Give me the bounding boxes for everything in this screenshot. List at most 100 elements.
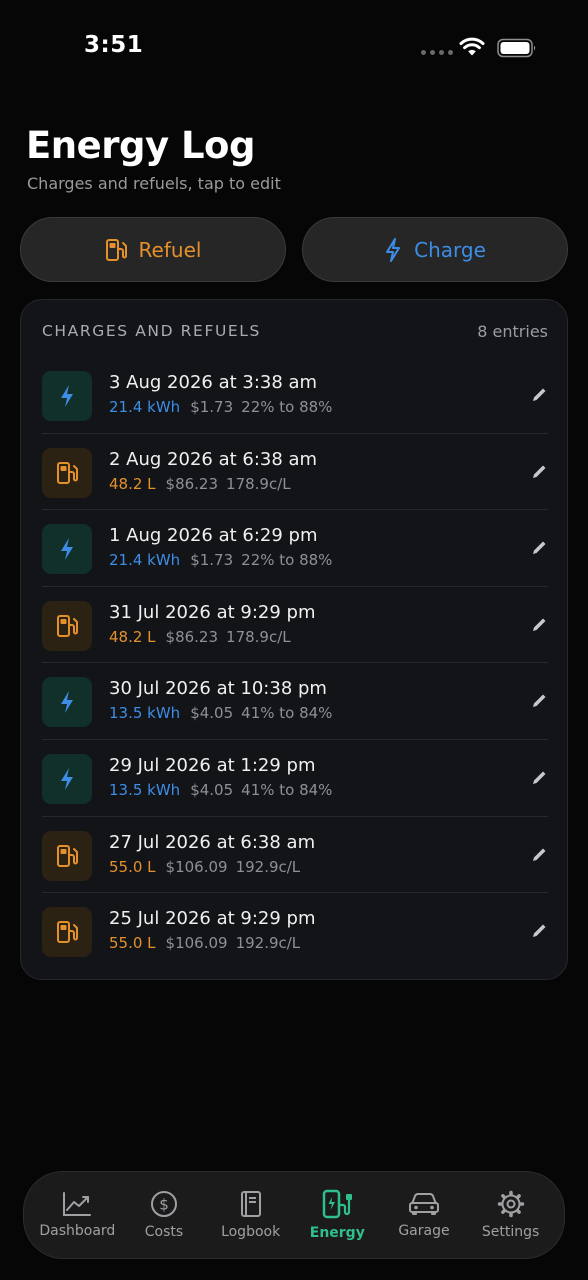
wifi-icon [459,37,485,56]
entry-extra: 41% to 84% [241,704,333,723]
tab-costs[interactable]: $ Costs [122,1190,206,1240]
entry-cost: $4.05 [190,704,234,723]
card-header: CHARGES AND REFUELS 8 entries [42,322,548,341]
pencil-icon[interactable] [530,539,548,557]
entry-details: 21.4 kWh $1.73 22% to 88% [109,398,332,416]
pencil-icon[interactable] [530,463,548,481]
entry-datetime: 31 Jul 2026 at 9:29 pm [109,601,316,623]
entry-details: 55.0 L $106.09 192.9c/L [109,858,300,876]
status-time: 3:51 [84,32,144,58]
car-icon [408,1193,439,1215]
entry-cost: $86.23 [165,627,219,646]
entry-details: 48.2 L $86.23 178.9c/L [109,475,291,493]
fuel-pump-icon [42,600,92,651]
entries-list: 3 Aug 2026 at 3:38 am 21.4 kWh $1.73 22% to… [42,357,548,970]
entry-amount: 13.5 kWh [109,704,181,723]
gear-icon [497,1190,524,1218]
entry-datetime: 30 Jul 2026 at 10:38 pm [109,678,327,700]
entry-datetime: 27 Jul 2026 at 6:38 am [109,831,316,853]
fuel-pump-icon [42,907,92,958]
log-entry[interactable]: 3 Aug 2026 at 3:38 am 21.4 kWh $1.73 22% to… [42,357,548,434]
status-bar: 3:51 [0,0,588,96]
log-entry[interactable]: 29 Jul 2026 at 1:29 pm 13.5 kWh $4.05 41% t… [42,740,548,817]
tab-logbook[interactable]: Logbook [209,1190,293,1240]
fuel-pump-icon [42,447,92,498]
charge-button[interactable]: Charge [302,217,568,282]
battery-icon [497,38,536,58]
entry-amount: 55.0 L [109,934,156,953]
entry-extra: 178.9c/L [226,627,291,646]
entry-amount: 21.4 kWh [109,551,181,570]
entry-details: 21.4 kWh $1.73 22% to 88% [109,551,332,569]
lightning-icon [42,524,92,575]
log-entry[interactable]: 2 Aug 2026 at 6:38 am 48.2 L $86.23 178.9c/… [42,434,548,511]
pencil-icon[interactable] [530,769,548,787]
book-icon [240,1191,261,1217]
log-entry[interactable]: 1 Aug 2026 at 6:29 pm 21.4 kWh $1.73 22% to… [42,510,548,587]
entry-cost: $1.73 [190,398,234,416]
page-subtitle: Charges and refuels, tap to edit [27,174,281,193]
ev-charger-icon [323,1189,353,1219]
entry-amount: 21.4 kWh [109,398,181,416]
entry-extra: 22% to 88% [241,398,333,416]
entry-datetime: 1 Aug 2026 at 6:29 pm [109,525,318,547]
lightning-icon [42,371,92,421]
refuel-label: Refuel [138,237,202,262]
entry-details: 13.5 kWh $4.05 41% to 84% [109,704,332,722]
lightning-icon [42,677,92,728]
tab-dashboard[interactable]: Dashboard [35,1191,119,1239]
svg-text:$: $ [159,1196,169,1214]
tab-label: Energy [309,1225,365,1241]
entry-extra: 22% to 88% [241,551,333,570]
log-entry[interactable]: 31 Jul 2026 at 9:29 pm 48.2 L $86.23 178.9c… [42,587,548,664]
pencil-icon[interactable] [530,692,548,710]
charge-label: Charge [414,237,486,262]
entry-datetime: 29 Jul 2026 at 1:29 pm [109,754,316,776]
lightning-icon [42,753,92,804]
section-heading: CHARGES AND REFUELS [42,322,261,340]
entry-extra: 192.9c/L [235,857,301,876]
log-entry[interactable]: 27 Jul 2026 at 6:38 am 55.0 L $106.09 192.9… [42,817,548,894]
fuel-pump-icon [105,238,127,261]
log-entry[interactable]: 25 Jul 2026 at 9:29 pm 55.0 L $106.09 192.9… [42,893,548,970]
entry-cost: $4.05 [190,780,234,799]
fuel-pump-icon [42,830,92,881]
signal-icon [421,50,453,55]
tab-label: Settings [481,1224,540,1240]
tab-label: Logbook [221,1224,281,1240]
tab-garage[interactable]: Garage [382,1191,466,1239]
entry-cost: $106.09 [165,857,228,876]
tab-label: Dashboard [39,1223,116,1239]
entry-details: 55.0 L $106.09 192.9c/L [109,934,300,952]
entry-extra: 178.9c/L [226,474,291,493]
entry-details: 48.2 L $86.23 178.9c/L [109,628,291,646]
entry-amount: 48.2 L [109,474,156,493]
pencil-icon[interactable] [530,922,548,940]
chart-icon [63,1192,92,1216]
tab-label: Costs [144,1224,184,1240]
pencil-icon[interactable] [530,846,548,864]
entry-datetime: 25 Jul 2026 at 9:29 pm [109,908,316,930]
entry-amount: 55.0 L [109,857,156,876]
pencil-icon[interactable] [530,386,548,404]
refuel-button[interactable]: Refuel [20,217,286,282]
energy-log-card: CHARGES AND REFUELS 8 entries 3 Aug 2026… [20,299,568,980]
tab-bar: Dashboard $ Costs Logbook Energy Garage … [23,1171,565,1259]
entry-cost: $86.23 [165,474,219,493]
tab-settings[interactable]: Settings [469,1190,553,1240]
entry-cost: $1.73 [190,551,234,570]
entry-cost: $106.09 [165,934,228,953]
pencil-icon[interactable] [530,616,548,634]
dollar-icon: $ [150,1191,177,1217]
entry-extra: 41% to 84% [241,780,333,799]
entry-datetime: 3 Aug 2026 at 3:38 am [109,372,318,393]
entry-datetime: 2 Aug 2026 at 6:38 am [109,448,318,470]
tab-label: Garage [398,1223,450,1239]
page-title: Energy Log [26,124,255,167]
entry-extra: 192.9c/L [235,934,301,953]
entry-amount: 48.2 L [109,627,156,646]
entry-count: 8 entries [477,322,548,341]
tab-energy[interactable]: Energy [295,1189,379,1241]
log-entry[interactable]: 30 Jul 2026 at 10:38 pm 13.5 kWh $4.05 41% … [42,663,548,740]
lightning-icon [386,237,401,262]
